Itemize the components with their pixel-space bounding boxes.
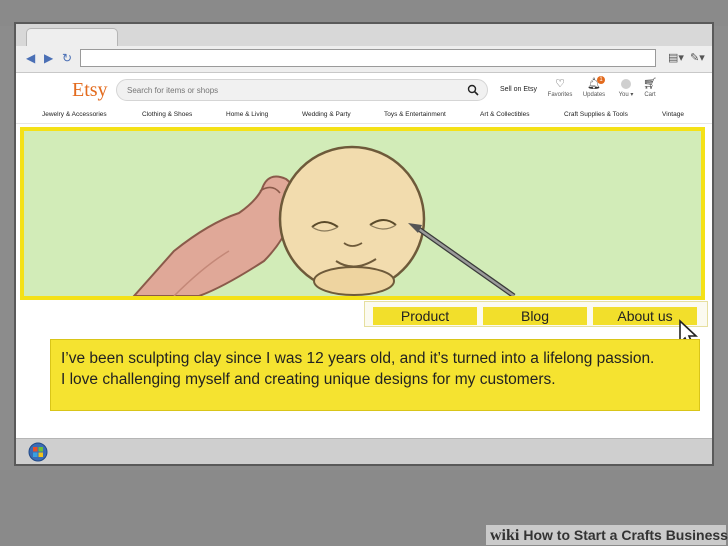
address-bar[interactable]	[80, 49, 656, 67]
web-page: Etsy Sell on Etsy ♡ Favorites 🔔︎ 1 Updat…	[16, 73, 712, 438]
category-wedding[interactable]: Wedding & Party	[302, 111, 351, 118]
category-home[interactable]: Home & Living	[226, 111, 268, 118]
page-menu-icon[interactable]: ▤▾	[668, 51, 684, 65]
bell-icon: 🔔︎	[587, 78, 601, 90]
avatar	[621, 79, 631, 89]
category-vintage[interactable]: Vintage	[662, 111, 684, 118]
browser-window: ◀ ▶ ↻ ▤▾ ✎▾ Etsy Sell on Etsy ♡ Favorite…	[14, 22, 714, 466]
tab-product[interactable]: Product	[373, 307, 477, 325]
browser-toolbar: ◀ ▶ ↻ ▤▾ ✎▾	[16, 46, 712, 73]
updates-button[interactable]: 🔔︎ 1 Updates	[576, 76, 612, 99]
favorites-button[interactable]: ♡ Favorites	[542, 78, 578, 99]
tab-strip	[16, 24, 712, 47]
category-clothing[interactable]: Clothing & Shoes	[142, 111, 192, 118]
bio-line-2: I love challenging myself and creating u…	[61, 371, 556, 388]
back-icon[interactable]: ◀	[26, 51, 35, 65]
browser-tab[interactable]	[26, 28, 118, 47]
banner-illustration	[132, 145, 516, 296]
reload-icon[interactable]: ↻	[62, 51, 72, 65]
sell-on-etsy-link[interactable]: Sell on Etsy	[500, 86, 537, 93]
start-button-icon[interactable]	[28, 442, 48, 462]
heart-icon: ♡	[555, 78, 565, 90]
category-toys[interactable]: Toys & Entertainment	[384, 111, 446, 118]
shop-banner	[20, 127, 705, 300]
category-art[interactable]: Art & Collectibles	[480, 111, 530, 118]
tools-menu-icon[interactable]: ✎▾	[690, 51, 705, 65]
forward-icon[interactable]: ▶	[44, 51, 53, 65]
search-icon[interactable]	[467, 84, 479, 96]
cart-button[interactable]: 🛒︎ Cart	[632, 78, 668, 99]
watermark-title: How to Start a Crafts Business	[523, 527, 728, 543]
category-nav: Jewelry & Accessories Clothing & Shoes H…	[16, 109, 712, 124]
cart-icon: 🛒︎	[643, 78, 657, 90]
wikihow-watermark: wiki How to Start a Crafts Business	[486, 525, 728, 545]
taskbar	[16, 438, 712, 464]
bio-line-1: I’ve been sculpting clay since I was 12 …	[61, 350, 655, 367]
search-input[interactable]	[127, 80, 447, 100]
shop-bio: I’ve been sculpting clay since I was 12 …	[50, 339, 700, 411]
watermark-brand: wiki	[490, 527, 520, 544]
search-bar	[116, 79, 488, 101]
category-craft-supplies[interactable]: Craft Supplies & Tools	[564, 111, 628, 118]
updates-badge: 1	[597, 76, 605, 84]
category-jewelry[interactable]: Jewelry & Accessories	[42, 111, 107, 118]
etsy-logo[interactable]: Etsy	[72, 77, 108, 103]
shop-nav: Product Blog About us	[364, 301, 708, 327]
tab-blog[interactable]: Blog	[483, 307, 587, 325]
